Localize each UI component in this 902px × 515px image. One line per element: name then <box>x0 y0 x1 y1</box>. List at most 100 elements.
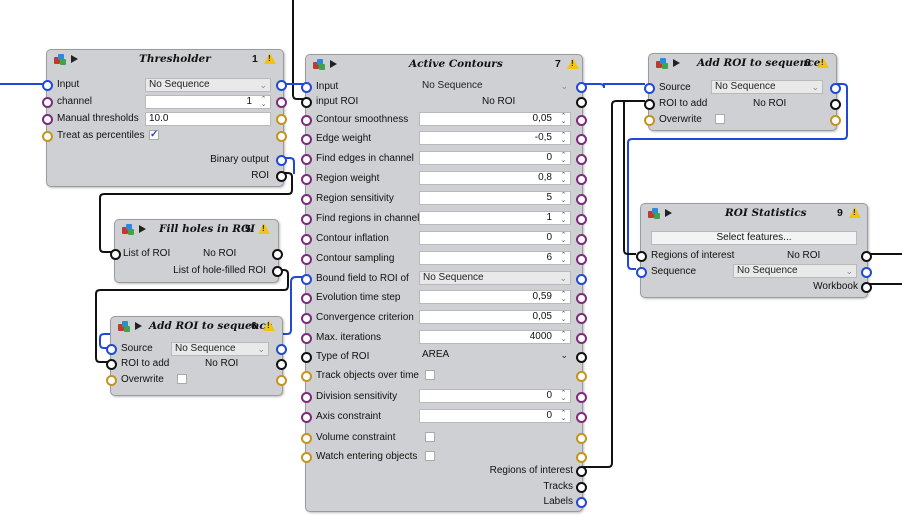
warning-icon[interactable] <box>258 223 270 234</box>
type-port[interactable] <box>301 352 312 363</box>
edge-weight-stepper[interactable]: -0,5 ⌃ ⌄ <box>419 131 571 145</box>
param-output-port[interactable] <box>576 392 587 403</box>
play-icon[interactable] <box>673 59 680 67</box>
region-sensitivity-stepper[interactable]: 5 ⌃ ⌄ <box>419 191 571 205</box>
regions-port[interactable] <box>636 251 647 262</box>
node-header[interactable]: ROI Statistics 9 <box>641 204 867 223</box>
roi-output-port[interactable] <box>276 171 287 182</box>
add-roi-8-node[interactable]: Add ROI to sequence 8 Source No Sequence… <box>644 53 841 131</box>
source-output-port[interactable] <box>276 344 287 355</box>
thresholder-node[interactable]: Thresholder 1 Input No Sequence⌄ channel… <box>42 49 287 187</box>
spinner-icon[interactable]: ⌃ ⌄ <box>559 331 568 343</box>
param-output-port[interactable] <box>576 234 587 245</box>
contour-sampling-stepper[interactable]: 6 ⌃ ⌄ <box>419 251 571 265</box>
warning-icon[interactable] <box>817 57 829 68</box>
input-port[interactable] <box>42 80 53 91</box>
type-of-roi-select[interactable]: AREA ⌄ <box>419 349 571 363</box>
tracks-output-port[interactable] <box>576 482 587 493</box>
sequence-output-port[interactable] <box>861 267 872 278</box>
filled-output-port[interactable] <box>272 266 283 277</box>
spinner-icon[interactable]: ⌃ ⌄ <box>559 192 568 204</box>
spinner-icon[interactable]: ⌃ ⌄ <box>559 232 568 244</box>
roi-statistics-node[interactable]: ROI Statistics 9 Select features... Regi… <box>636 203 872 298</box>
play-icon[interactable] <box>139 225 146 233</box>
node-header[interactable]: Add ROI to sequence 8 <box>649 54 836 73</box>
labels-output-port[interactable] <box>576 497 587 508</box>
bound-field-port[interactable] <box>301 274 312 285</box>
spinner-icon[interactable]: ⌃ ⌄ <box>559 390 568 402</box>
param-port[interactable] <box>301 174 312 185</box>
edges-channel-stepper[interactable]: 0 ⌃ ⌄ <box>419 151 571 165</box>
axis-constraint-stepper[interactable]: 0 ⌃ ⌄ <box>419 409 571 423</box>
regions-output-port[interactable] <box>576 466 587 477</box>
roi-output-port[interactable] <box>276 359 287 370</box>
convergence-stepper[interactable]: 0,05 ⌃ ⌄ <box>419 310 571 324</box>
regions-output-port[interactable] <box>861 251 872 262</box>
roi-to-add-port[interactable] <box>644 99 655 110</box>
param-output-port[interactable] <box>576 254 587 265</box>
percent-output-port[interactable] <box>276 131 287 142</box>
node-header[interactable]: Thresholder 1 <box>47 50 283 69</box>
bound-field-select[interactable]: No Sequence ⌄ <box>419 271 571 285</box>
evolution-step-stepper[interactable]: 0,59 ⌃ ⌄ <box>419 290 571 304</box>
roi-output-port[interactable] <box>830 99 841 110</box>
param-port[interactable] <box>301 234 312 245</box>
sequence-select[interactable]: No Sequence ⌄ <box>733 264 857 278</box>
track-output-port[interactable] <box>576 371 587 382</box>
play-icon[interactable] <box>330 60 337 68</box>
node-header[interactable]: Add ROI to sequence 6 <box>111 317 282 336</box>
warning-icon[interactable] <box>264 53 276 64</box>
channel-port[interactable] <box>42 97 53 108</box>
param-output-port[interactable] <box>576 313 587 324</box>
spinner-icon[interactable]: ⌃ ⌄ <box>559 410 568 422</box>
watch-output-port[interactable] <box>576 452 587 463</box>
type-output-port[interactable] <box>576 352 587 363</box>
param-output-port[interactable] <box>576 333 587 344</box>
binary-output-port[interactable] <box>276 155 287 166</box>
param-output-port[interactable] <box>576 174 587 185</box>
sequence-port[interactable] <box>636 267 647 278</box>
track-checkbox[interactable] <box>425 370 435 380</box>
list-input-port[interactable] <box>110 249 121 260</box>
channel-output-port[interactable] <box>276 97 287 108</box>
fill-holes-node[interactable]: Fill holes in ROI 5 List of ROI No ROI L… <box>110 219 283 283</box>
contour-inflation-stepper[interactable]: 0 ⌃ ⌄ <box>419 231 571 245</box>
add-roi-6-node[interactable]: Add ROI to sequence 6 Source No Sequence… <box>106 316 287 396</box>
param-port[interactable] <box>301 254 312 265</box>
param-port[interactable] <box>301 333 312 344</box>
percent-port[interactable] <box>42 131 53 142</box>
param-port[interactable] <box>301 115 312 126</box>
param-port[interactable] <box>301 392 312 403</box>
play-icon[interactable] <box>71 55 78 63</box>
input-roi-output-port[interactable] <box>576 97 587 108</box>
param-port[interactable] <box>301 134 312 145</box>
bound-field-output-port[interactable] <box>576 274 587 285</box>
input-roi-port[interactable] <box>301 97 312 108</box>
percentiles-checkbox[interactable]: ✓ <box>149 130 159 140</box>
volume-output-port[interactable] <box>576 433 587 444</box>
watch-checkbox[interactable] <box>425 451 435 461</box>
param-output-port[interactable] <box>576 115 587 126</box>
param-output-port[interactable] <box>576 194 587 205</box>
param-port[interactable] <box>301 313 312 324</box>
manual-port[interactable] <box>42 114 53 125</box>
input-output-port[interactable] <box>276 80 287 91</box>
track-port[interactable] <box>301 371 312 382</box>
spinner-icon[interactable]: ⌃ ⌄ <box>559 252 568 264</box>
spinner-icon[interactable]: ⌃ ⌄ <box>559 311 568 323</box>
warning-icon[interactable] <box>849 207 861 218</box>
param-output-port[interactable] <box>576 293 587 304</box>
regions-channel-stepper[interactable]: 1 ⌃ ⌄ <box>419 211 571 225</box>
source-select[interactable]: No Sequence ⌄ <box>171 342 269 356</box>
source-port[interactable] <box>106 344 117 355</box>
node-header[interactable]: Active Contours 7 <box>306 55 582 74</box>
contour-smoothness-stepper[interactable]: 0,05 ⌃ ⌄ <box>419 112 571 126</box>
input-output-port[interactable] <box>576 82 587 93</box>
list-output-port[interactable] <box>272 249 283 260</box>
param-port[interactable] <box>301 293 312 304</box>
workbook-output-port[interactable] <box>861 282 872 293</box>
volume-port[interactable] <box>301 433 312 444</box>
roi-to-add-port[interactable] <box>106 359 117 370</box>
channel-stepper[interactable]: 1 ⌃ ⌄ <box>145 95 271 109</box>
spinner-icon[interactable]: ⌃ ⌄ <box>559 132 568 144</box>
